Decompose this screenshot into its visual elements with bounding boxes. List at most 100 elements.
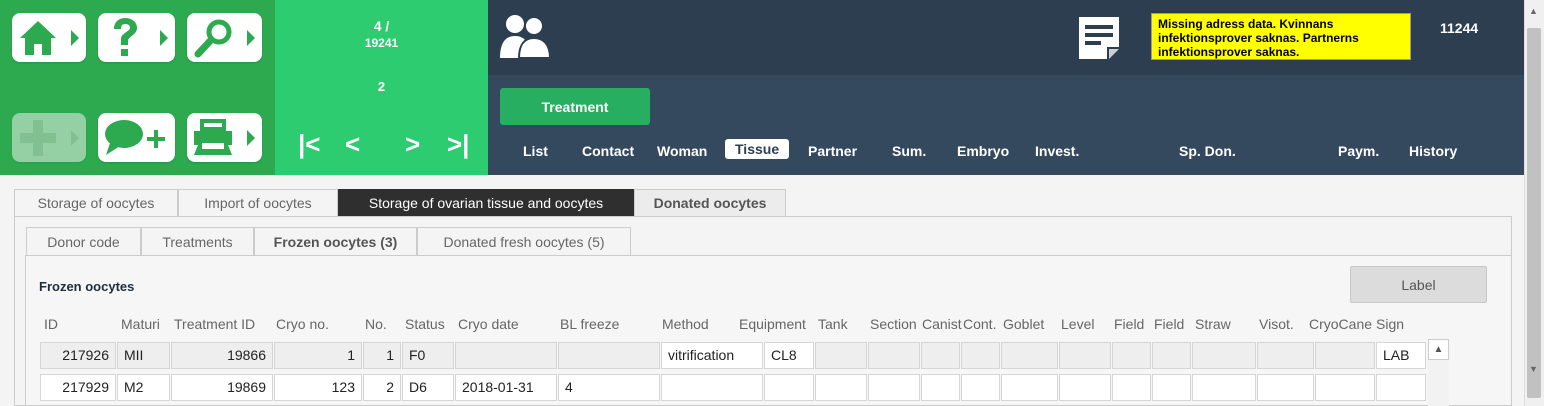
table-cell-canist[interactable] (921, 374, 960, 401)
col-cryo-no[interactable]: Cryo no. (276, 316, 329, 332)
home-button[interactable] (12, 13, 86, 62)
table-cell-cryocane[interactable] (1315, 342, 1375, 369)
table-cell-maturi[interactable]: MII (117, 342, 170, 369)
treatment-button[interactable]: Treatment (500, 88, 650, 125)
table-cell-equipment[interactable] (764, 374, 814, 401)
tab-storage-of-oocytes[interactable]: Storage of oocytes (14, 189, 178, 216)
people-icon[interactable] (498, 14, 552, 60)
tab-donated-oocytes[interactable]: Donated oocytes (634, 189, 786, 216)
table-cell-tank[interactable] (815, 374, 867, 401)
table-cell-visot[interactable] (1257, 342, 1314, 369)
table-cell-cryo-no[interactable]: 123 (274, 374, 362, 401)
table-cell-visot[interactable] (1257, 374, 1314, 401)
scroll-up-icon[interactable]: ▲ (1529, 6, 1538, 16)
table-cell-no[interactable]: 2 (363, 374, 401, 401)
table-cell-goblet[interactable] (1001, 374, 1058, 401)
col-cont[interactable]: Cont. (963, 316, 996, 332)
search-button[interactable] (187, 13, 262, 62)
table-cell-field-2[interactable] (1152, 374, 1191, 401)
next-icon[interactable]: > (405, 128, 420, 160)
col-tank[interactable]: Tank (818, 316, 848, 332)
table-cell-cryo-no[interactable]: 1 (274, 342, 362, 369)
table-cell-bl-freeze[interactable]: 4 (558, 374, 660, 401)
table-cell-treatment-id[interactable]: 19866 (171, 342, 273, 369)
table-cell-straw[interactable] (1192, 374, 1256, 401)
first-page-icon[interactable]: |< (298, 128, 320, 160)
col-maturi[interactable]: Maturi (121, 316, 160, 332)
table-cell-sign[interactable] (1376, 374, 1426, 401)
col-treatment-id[interactable]: Treatment ID (174, 316, 255, 332)
print-button[interactable] (187, 113, 262, 162)
tab-list[interactable]: List (523, 143, 548, 159)
table-cell-field-1[interactable] (1112, 342, 1151, 369)
col-no[interactable]: No. (365, 316, 387, 332)
tab-treatments[interactable]: Treatments (141, 227, 254, 255)
table-cell-treatment-id[interactable]: 19869 (171, 374, 273, 401)
table-cell-straw[interactable] (1192, 342, 1256, 369)
table-cell-section[interactable] (868, 374, 920, 401)
col-bl-freeze[interactable]: BL freeze (560, 316, 619, 332)
table-scroll-up-icon[interactable]: ▲ (1428, 339, 1449, 360)
tab-import-of-oocytes[interactable]: Import of oocytes (178, 189, 338, 216)
table-cell-bl-freeze[interactable] (558, 342, 660, 369)
col-field-2[interactable]: Field (1154, 316, 1184, 332)
table-cell-level[interactable] (1059, 374, 1111, 401)
table-cell-id[interactable]: 217926 (40, 342, 116, 369)
tab-sp-don[interactable]: Sp. Don. (1179, 143, 1236, 159)
table-cell-cont[interactable] (961, 342, 1000, 369)
table-cell-method[interactable] (661, 374, 763, 401)
add-button[interactable] (12, 113, 86, 162)
scroll-down-icon[interactable]: ▼ (1529, 364, 1538, 374)
last-page-icon[interactable]: >| (447, 128, 469, 160)
tab-partner[interactable]: Partner (808, 143, 857, 159)
table-cell-sign[interactable]: LAB (1376, 342, 1426, 369)
col-cryo-date[interactable]: Cryo date (458, 316, 519, 332)
col-canist[interactable]: Canist (922, 316, 962, 332)
col-field-1[interactable]: Field (1114, 316, 1144, 332)
col-goblet[interactable]: Goblet (1003, 316, 1044, 332)
tab-woman[interactable]: Woman (657, 143, 707, 159)
col-sign[interactable]: Sign (1376, 316, 1404, 332)
tab-storage-of-ovarian-tissue[interactable]: Storage of ovarian tissue and oocytes (338, 189, 634, 216)
table-cell-section[interactable] (868, 342, 920, 369)
tab-history[interactable]: History (1409, 143, 1457, 159)
table-cell-cryo-date[interactable]: 2018-01-31 (455, 374, 557, 401)
table-cell-level[interactable] (1059, 342, 1111, 369)
table-cell-field-1[interactable] (1112, 374, 1151, 401)
tab-tissue[interactable]: Tissue (725, 139, 790, 159)
table-cell-canist[interactable] (921, 342, 960, 369)
tab-sum[interactable]: Sum. (892, 143, 926, 159)
note-icon[interactable] (1074, 12, 1128, 64)
col-method[interactable]: Method (662, 316, 709, 332)
label-button[interactable]: Label (1350, 266, 1487, 303)
previous-icon[interactable]: < (345, 128, 360, 160)
table-cell-status[interactable]: D6 (402, 374, 454, 401)
table-cell-cryocane[interactable] (1315, 374, 1375, 401)
new-message-button[interactable] (98, 113, 175, 162)
col-equipment[interactable]: Equipment (739, 316, 806, 332)
tab-paym[interactable]: Paym. (1338, 143, 1379, 159)
col-section[interactable]: Section (870, 316, 917, 332)
tab-invest[interactable]: Invest. (1035, 143, 1079, 159)
col-id[interactable]: ID (44, 316, 58, 332)
tab-frozen-oocytes[interactable]: Frozen oocytes (3) (254, 227, 417, 255)
table-scrollbar[interactable] (1428, 360, 1449, 406)
col-straw[interactable]: Straw (1195, 316, 1231, 332)
col-cryocane[interactable]: CryoCane (1309, 316, 1372, 332)
tab-donor-code[interactable]: Donor code (26, 227, 141, 255)
warning-message[interactable]: Missing adress data. Kvinnans infektions… (1151, 13, 1411, 60)
table-cell-status[interactable]: F0 (402, 342, 454, 369)
tab-donated-fresh-oocytes[interactable]: Donated fresh oocytes (5) (417, 227, 631, 255)
table-cell-goblet[interactable] (1001, 342, 1058, 369)
table-cell-id[interactable]: 217929 (40, 374, 116, 401)
tab-contact[interactable]: Contact (582, 143, 634, 159)
tab-embryo[interactable]: Embryo (957, 143, 1009, 159)
help-button[interactable] (98, 13, 175, 62)
col-status[interactable]: Status (405, 316, 445, 332)
table-cell-no[interactable]: 1 (363, 342, 401, 369)
table-cell-field-2[interactable] (1152, 342, 1191, 369)
table-cell-cont[interactable] (961, 374, 1000, 401)
table-cell-tank[interactable] (815, 342, 867, 369)
table-cell-equipment[interactable]: CL8 (764, 342, 814, 369)
col-level[interactable]: Level (1061, 316, 1094, 332)
